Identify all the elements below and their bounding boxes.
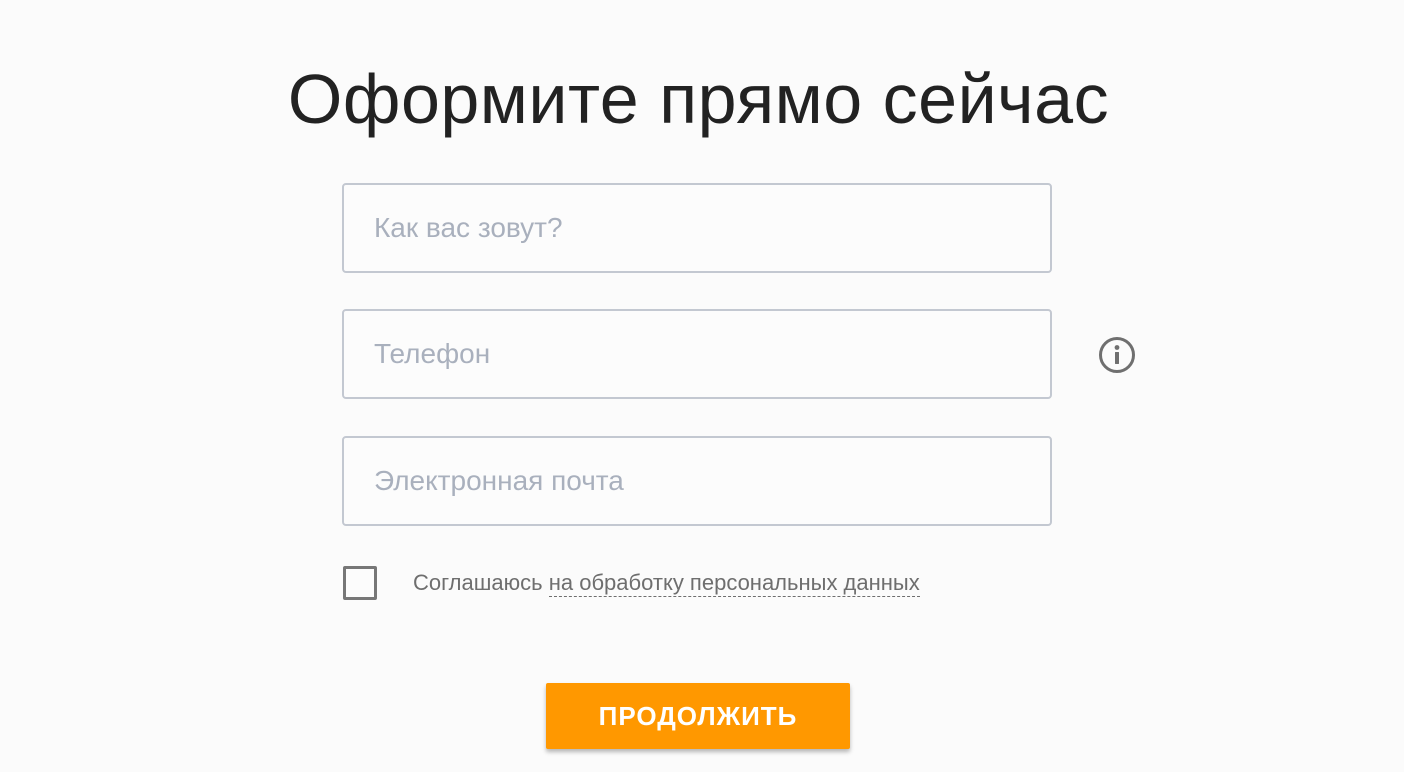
- name-input[interactable]: [342, 183, 1052, 273]
- consent-text-prefix: Соглашаюсь: [413, 570, 543, 595]
- consent-row: Соглашаюсь на обработку персональных дан…: [343, 566, 920, 600]
- email-input[interactable]: [342, 436, 1052, 526]
- page-title: Оформите прямо сейчас: [287, 59, 1110, 138]
- consent-checkbox[interactable]: [343, 566, 377, 600]
- consent-label: Соглашаюсь на обработку персональных дан…: [413, 570, 920, 597]
- personal-data-link[interactable]: на обработку персональных данных: [548, 570, 920, 597]
- continue-button[interactable]: ПРОДОЛЖИТЬ: [546, 683, 850, 749]
- phone-input[interactable]: [342, 309, 1052, 399]
- info-icon[interactable]: [1098, 336, 1136, 374]
